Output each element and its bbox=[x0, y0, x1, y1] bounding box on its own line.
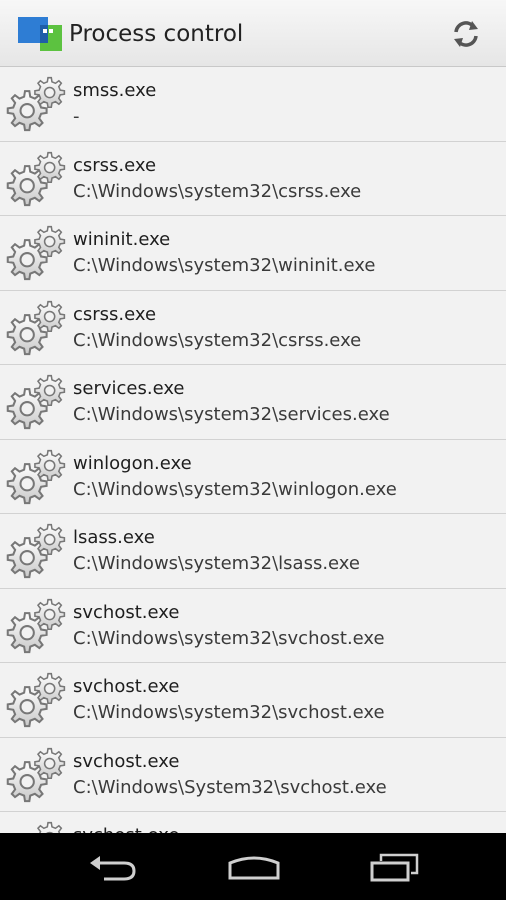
process-name: csrss.exe bbox=[73, 154, 157, 176]
gears-icon bbox=[6, 597, 68, 657]
gears-icon bbox=[6, 522, 68, 582]
process-name: smss.exe bbox=[73, 80, 157, 101]
process-name: svchost.exe bbox=[73, 676, 180, 697]
action-bar: Process control bbox=[0, 0, 506, 67]
gears-icon bbox=[6, 224, 68, 284]
home-icon bbox=[228, 856, 280, 880]
recent-apps-button[interactable] bbox=[369, 851, 421, 883]
app-logo-icon bbox=[18, 15, 64, 53]
process-row[interactable]: svchost.exe C:\Windows\System32\svchost.e… bbox=[0, 737, 506, 812]
process-list[interactable]: smss.exe - csrss.exe C:\Windows\system32\cs… bbox=[0, 67, 506, 833]
process-path: - bbox=[73, 106, 80, 127]
process-name: svchost.exe bbox=[73, 601, 180, 623]
home-button[interactable] bbox=[227, 851, 281, 883]
process-path: C:\Windows\System32\svchost.exe bbox=[73, 776, 387, 798]
back-button[interactable] bbox=[88, 851, 138, 883]
gears-icon bbox=[6, 448, 68, 508]
gears-icon bbox=[6, 820, 68, 833]
process-path: C:\Windows\system32\svchost.exe bbox=[73, 702, 385, 723]
gears-icon bbox=[6, 373, 68, 433]
refresh-button[interactable] bbox=[450, 18, 482, 50]
back-icon bbox=[90, 856, 136, 881]
gears-icon bbox=[6, 746, 68, 806]
process-path: C:\Windows\system32\csrss.exe bbox=[73, 180, 362, 202]
process-name: services.exe bbox=[73, 378, 185, 399]
refresh-icon bbox=[454, 21, 478, 47]
process-path: C:\Windows\system32\wininit.exe bbox=[73, 255, 376, 276]
process-name: csrss.exe bbox=[73, 303, 157, 325]
process-row[interactable]: services.exe C:\Windows\system32\services… bbox=[0, 365, 506, 440]
process-name: lsass.exe bbox=[73, 527, 155, 548]
process-row[interactable]: winlogon.exe C:\Windows\system32\winlogon… bbox=[0, 439, 506, 514]
process-path: C:\Windows\system32\services.exe bbox=[73, 404, 390, 425]
process-row[interactable]: csrss.exe C:\Windows\system32\csrss.exe bbox=[0, 141, 506, 216]
gears-icon bbox=[6, 150, 68, 210]
process-row[interactable]: svchost.exe bbox=[0, 812, 506, 833]
gears-icon bbox=[6, 299, 68, 359]
app-title: Process control bbox=[69, 21, 244, 47]
process-row[interactable]: svchost.exe C:\Windows\system32\svchost.e… bbox=[0, 588, 506, 663]
process-row[interactable]: svchost.exe C:\Windows\system32\svchost.e… bbox=[0, 663, 506, 738]
gears-icon bbox=[6, 671, 68, 731]
process-row[interactable]: smss.exe - bbox=[0, 67, 506, 142]
process-path: C:\Windows\system32\svchost.exe bbox=[73, 627, 385, 649]
process-path: C:\Windows\system32\lsass.exe bbox=[73, 553, 360, 574]
process-row[interactable]: wininit.exe C:\Windows\system32\wininit.e… bbox=[0, 216, 506, 291]
gears-icon bbox=[6, 75, 68, 135]
process-name: svchost.exe bbox=[73, 824, 179, 833]
process-name: svchost.exe bbox=[73, 750, 180, 772]
process-path: C:\Windows\system32\winlogon.exe bbox=[73, 478, 397, 500]
process-row[interactable]: lsass.exe C:\Windows\system32\lsass.exe bbox=[0, 514, 506, 589]
process-row[interactable]: csrss.exe C:\Windows\system32\csrss.exe bbox=[0, 290, 506, 365]
navigation-bar bbox=[0, 833, 506, 900]
process-path: C:\Windows\system32\csrss.exe bbox=[73, 329, 362, 351]
process-name: winlogon.exe bbox=[73, 452, 192, 474]
process-name: wininit.exe bbox=[73, 229, 171, 250]
recent-apps-icon bbox=[370, 853, 419, 882]
